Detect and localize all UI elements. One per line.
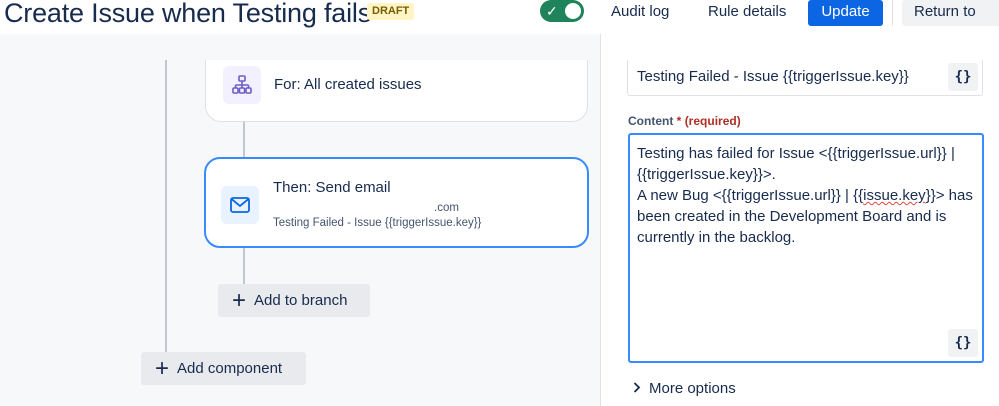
content-line-part: A new Bug <{{triggerIssue.url}} | {{ — [637, 187, 864, 204]
send-email-card[interactable]: Then: Send email .com Testing Failed - I… — [204, 157, 589, 248]
branch-connector-line-lower — [243, 248, 245, 284]
more-options-toggle[interactable]: More options — [633, 380, 736, 397]
content-label: Content * (required) — [628, 114, 741, 128]
smart-values-button[interactable]: {} — [948, 329, 978, 357]
required-star: * — [676, 114, 682, 128]
plus-icon: + — [155, 354, 170, 382]
check-icon: ✓ — [546, 3, 558, 19]
send-email-label: Then: Send email — [273, 179, 391, 196]
audit-log-button[interactable]: Audit log — [611, 0, 669, 26]
plus-icon: + — [232, 286, 247, 314]
update-button[interactable]: Update — [808, 0, 883, 26]
page-title: Create Issue when Testing fails — [4, 0, 372, 28]
subject-value: Testing Failed - Issue {{triggerIssue.ke… — [637, 68, 909, 85]
rule-canvas: For: All created issues Then: Send email… — [0, 34, 600, 406]
status-badge: DRAFT — [367, 3, 415, 20]
return-button[interactable]: Return to — [902, 0, 999, 26]
branch-connector-line — [243, 122, 245, 158]
toggle-knob — [565, 3, 581, 19]
add-to-branch-button[interactable]: + Add to branch — [218, 284, 370, 317]
header-divider — [892, 0, 893, 26]
rule-details-button[interactable]: Rule details — [708, 0, 786, 26]
content-line: Testing has failed for Issue <{{triggerI… — [637, 145, 955, 162]
content-line-part: }}> has — [925, 187, 973, 204]
chevron-right-icon — [633, 381, 641, 396]
spellcheck-word: issue.key — [863, 187, 926, 204]
email-subject-preview: Testing Failed - Issue {{triggerIssue.ke… — [273, 217, 482, 229]
required-text: (required) — [684, 114, 741, 128]
email-recipient: .com — [434, 202, 459, 214]
header-bar: Create Issue when Testing fails DRAFT ✓ … — [0, 0, 999, 34]
email-config-panel: Testing Failed - Issue {{triggerIssue.ke… — [600, 34, 999, 406]
subject-field[interactable]: Testing Failed - Issue {{triggerIssue.ke… — [627, 60, 983, 96]
add-component-button[interactable]: + Add component — [141, 352, 306, 385]
main-flow-line — [165, 60, 167, 352]
content-textarea[interactable]: Testing has failed for Issue <{{triggerI… — [628, 133, 984, 363]
envelope-icon — [221, 186, 259, 224]
add-component-label: Add component — [177, 360, 283, 377]
branch-card-label: For: All created issues — [274, 76, 422, 93]
content-line: A new Bug <{{triggerIssue.url}} | {{issu… — [637, 187, 973, 204]
branch-card[interactable]: For: All created issues — [205, 60, 588, 122]
branch-icon — [223, 66, 261, 104]
more-options-label: More options — [649, 380, 736, 397]
content-line: currently in the backlog. — [637, 229, 796, 246]
content-line: {{triggerIssue.key}}>. — [637, 166, 776, 183]
add-to-branch-label: Add to branch — [254, 292, 348, 309]
smart-values-button[interactable]: {} — [948, 63, 978, 91]
rule-enabled-toggle[interactable]: ✓ — [540, 0, 584, 22]
content-label-text: Content — [628, 114, 674, 128]
content-line: been created in the Development Board an… — [637, 208, 947, 225]
